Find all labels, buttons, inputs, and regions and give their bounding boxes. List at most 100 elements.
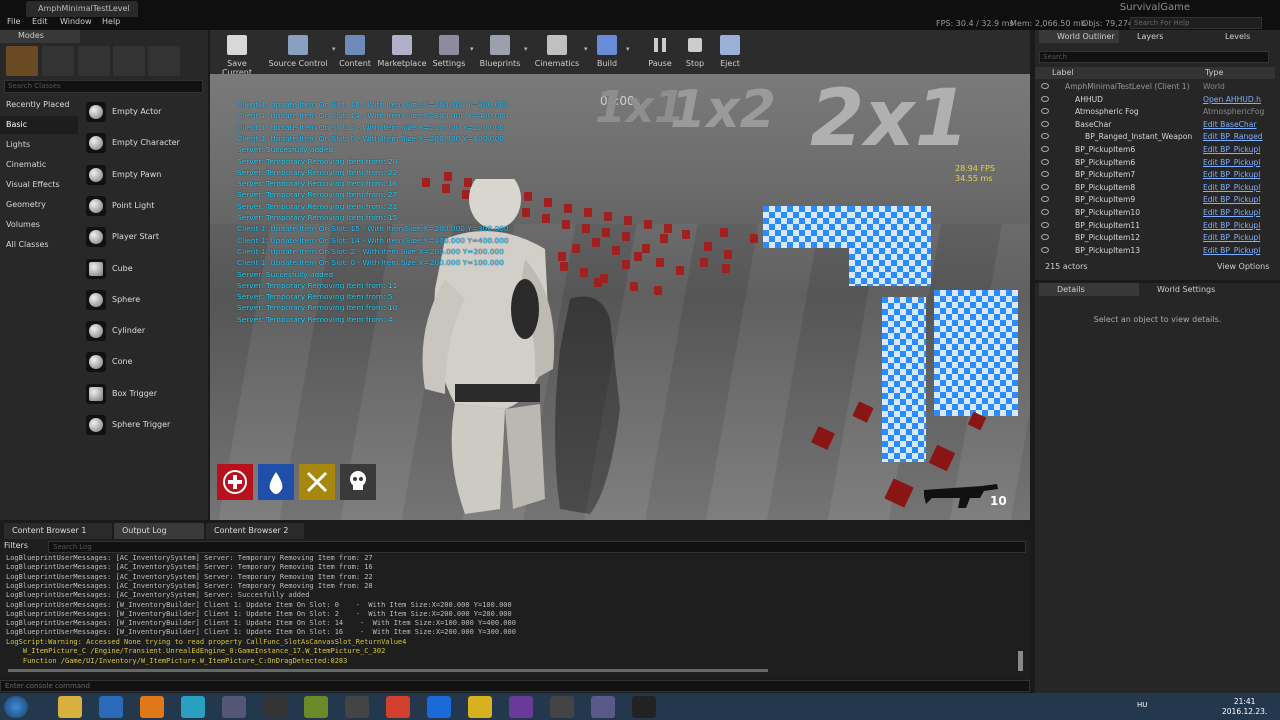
console-input[interactable]: Enter console command (0, 680, 1030, 692)
level-tab[interactable]: AmphMinimalTestLevel (26, 1, 138, 17)
class-player-start[interactable]: Player Start (84, 223, 202, 251)
skull-icon[interactable] (340, 464, 376, 500)
class-cylinder[interactable]: Cylinder (84, 317, 202, 345)
app-icon[interactable] (222, 696, 246, 718)
place-mode-icon[interactable] (6, 46, 38, 76)
category-visual-effects[interactable]: Visual Effects (0, 176, 78, 194)
inkscape-icon[interactable] (345, 696, 369, 718)
food-icon[interactable] (299, 464, 335, 500)
outliner-row[interactable]: Atmospheric Fog AtmosphericFog (1035, 106, 1275, 119)
tab-content-browser-1[interactable]: Content Browser 1 (4, 523, 112, 539)
visibility-eye-icon[interactable] (1041, 95, 1049, 102)
outliner-row[interactable]: BP_PickupItem6 Edit BP_Pickupl (1035, 157, 1275, 170)
paint-mode-icon[interactable] (42, 46, 74, 76)
cinematics-button[interactable]: Cinematics (532, 30, 582, 74)
actor-type[interactable]: Edit BaseChar (1203, 120, 1257, 129)
category-volumes[interactable]: Volumes (0, 216, 78, 234)
outliner-row[interactable]: BP_PickupItem13 Edit BP_Pickupl (1035, 245, 1275, 258)
tab-output-log[interactable]: Output Log (114, 523, 204, 539)
visibility-eye-icon[interactable] (1041, 234, 1049, 241)
build-button[interactable]: Build (590, 30, 624, 74)
actor-type[interactable]: Edit BP_Pickupl (1203, 158, 1260, 167)
outliner-row[interactable]: BP_PickupItem10 Edit BP_Pickupl (1035, 207, 1275, 220)
blueprints-button[interactable]: Blueprints (478, 30, 522, 74)
outliner-row[interactable]: BP_PickupItem11 Edit BP_Pickupl (1035, 220, 1275, 233)
dropdown-arrow-icon[interactable]: ▾ (524, 45, 528, 53)
class-cube[interactable]: Cube (84, 255, 202, 283)
tab-content-browser-2[interactable]: Content Browser 2 (206, 523, 304, 539)
menu-edit[interactable]: Edit (32, 17, 48, 26)
actor-type[interactable]: Edit BP_Pickupl (1203, 170, 1260, 179)
input-language[interactable]: HU (1137, 701, 1147, 709)
visibility-eye-icon[interactable] (1041, 196, 1049, 203)
class-empty-pawn[interactable]: Empty Pawn (84, 161, 202, 189)
actor-type[interactable]: Edit BP_Pickupl (1203, 208, 1260, 217)
unreal-icon[interactable] (632, 696, 656, 718)
source-control-button[interactable]: Source Control (266, 30, 330, 74)
actor-type[interactable]: Edit BP_Pickupl (1203, 221, 1260, 230)
actor-type[interactable]: Edit BP_Pickupl (1203, 195, 1260, 204)
log-hscrollbar[interactable] (8, 669, 768, 672)
level-viewport[interactable]: 00:00 1x1 1x2 2x1 28.94 FPS 34.55 ms Clie… (210, 74, 1030, 520)
map-icon[interactable] (304, 696, 328, 718)
dropdown-arrow-icon[interactable]: ▾ (584, 45, 588, 53)
class-sphere[interactable]: Sphere (84, 286, 202, 314)
foliage-mode-icon[interactable] (113, 46, 145, 76)
visibility-eye-icon[interactable] (1041, 183, 1049, 190)
actor-type[interactable]: Edit BP_Pickupl (1203, 145, 1260, 154)
menu-help[interactable]: Help (102, 17, 120, 26)
file-explorer-icon[interactable] (58, 696, 82, 718)
label-column[interactable]: Label (1052, 68, 1074, 77)
pause-button[interactable]: Pause (645, 30, 675, 74)
content-button[interactable]: Content (336, 30, 374, 74)
outlook-icon[interactable] (99, 696, 123, 718)
dropdown-arrow-icon[interactable]: ▾ (626, 45, 630, 53)
vivaldi-icon[interactable] (386, 696, 410, 718)
visibility-eye-icon[interactable] (1041, 146, 1049, 152)
epic-games-icon[interactable] (263, 696, 287, 718)
outliner-search-input[interactable]: Search (1039, 51, 1269, 63)
water-drop-icon[interactable] (258, 464, 294, 500)
outliner-row[interactable]: AHHUD Open AHHUD.h (1035, 94, 1275, 107)
category-lights[interactable]: Lights (0, 136, 78, 154)
actor-type[interactable]: Edit BP_Pickupl (1203, 183, 1260, 192)
visibility-eye-icon[interactable] (1041, 209, 1049, 215)
save-current-button[interactable]: Save Current (212, 30, 262, 77)
category-recently-placed[interactable]: Recently Placed (0, 96, 78, 114)
visibility-eye-icon[interactable] (1041, 171, 1049, 178)
chrome-icon[interactable] (468, 696, 492, 718)
stop-button[interactable]: Stop (680, 30, 710, 74)
category-all-classes[interactable]: All Classes (0, 236, 78, 254)
dropdown-arrow-icon[interactable]: ▾ (470, 45, 474, 53)
category-geometry[interactable]: Geometry (0, 196, 78, 214)
search-classes-input[interactable]: Search Classes (4, 80, 203, 93)
class-cone[interactable]: Cone (84, 348, 202, 376)
class-sphere-trigger[interactable]: Sphere Trigger (84, 411, 202, 439)
class-empty-character[interactable]: Empty Character (84, 129, 202, 157)
app2-icon[interactable] (550, 696, 574, 718)
log-scrollbar[interactable] (1018, 651, 1023, 671)
vlc-icon[interactable] (140, 696, 164, 718)
actor-type[interactable]: Open AHHUD.h (1203, 95, 1261, 104)
actor-type[interactable]: Edit BP_Pickupl (1203, 246, 1260, 255)
menu-file[interactable]: File (7, 17, 20, 26)
modes-tab[interactable]: Modes (0, 30, 80, 43)
visibility-eye-icon[interactable] (1041, 108, 1049, 115)
help-search-input[interactable]: Search For Help (1130, 17, 1262, 29)
visibility-eye-icon[interactable] (1041, 246, 1049, 253)
class-empty-actor[interactable]: Empty Actor (84, 98, 202, 126)
visibility-eye-icon[interactable] (1041, 221, 1049, 228)
system-clock[interactable]: 21:41 2016.12.23. (1222, 697, 1267, 717)
class-box-trigger[interactable]: Box Trigger (84, 380, 202, 408)
landscape-mode-icon[interactable] (78, 46, 110, 76)
tab-layers[interactable]: Layers (1119, 30, 1199, 43)
eclipse-icon[interactable] (509, 696, 533, 718)
tab-world-settings[interactable]: World Settings (1139, 283, 1239, 296)
dropdown-arrow-icon[interactable]: ▾ (332, 45, 336, 53)
network-icon[interactable] (181, 696, 205, 718)
log-search-input[interactable]: Search Log (48, 541, 1026, 553)
menu-window[interactable]: Window (60, 17, 92, 26)
visibility-eye-icon[interactable] (1041, 158, 1049, 165)
tab-world-outliner[interactable]: World Outliner (1039, 30, 1119, 43)
actor-type[interactable]: Edit BP_Pickupl (1203, 233, 1260, 242)
